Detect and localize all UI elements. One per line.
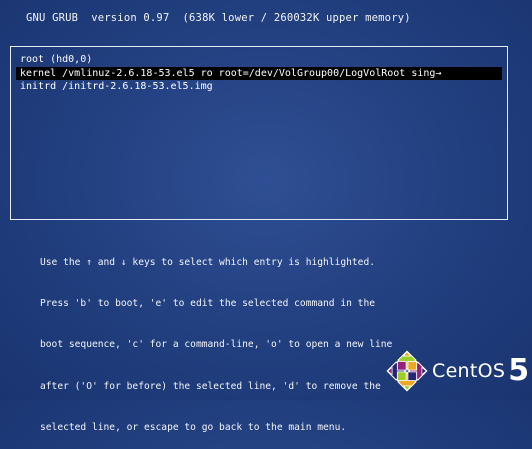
centos-pinwheel-icon [386, 350, 428, 392]
help-line: boot sequence, 'c' for a command-line, '… [40, 339, 393, 351]
boot-command-list: root (hd0,0) kernel /vmlinuz-2.6.18-53.e… [16, 53, 502, 94]
command-kernel[interactable]: kernel /vmlinuz-2.6.18-53.el5 ro root=/d… [16, 66, 502, 80]
help-line: selected line, or escape to go back to t… [40, 422, 347, 434]
centos-logo: CentOS 5 [386, 350, 529, 392]
command-initrd[interactable]: initrd /initrd-2.6.18-53.el5.img [16, 80, 502, 94]
grub-header: GNU GRUB version 0.97 (638K lower / 2600… [26, 12, 411, 24]
logo-wordmark: CentOS [432, 360, 506, 382]
help-line: Press 'b' to boot, 'e' to edit the selec… [40, 297, 376, 309]
command-root[interactable]: root (hd0,0) [16, 53, 502, 67]
help-line: Use the ↑ and ↓ keys to select which ent… [40, 256, 376, 268]
help-line: after ('O' for before) the selected line… [40, 380, 381, 392]
help-text: Use the ↑ and ↓ keys to select which ent… [40, 228, 392, 449]
boot-entry-editor[interactable]: root (hd0,0) kernel /vmlinuz-2.6.18-53.e… [10, 46, 508, 220]
logo-version: 5 [508, 353, 530, 388]
